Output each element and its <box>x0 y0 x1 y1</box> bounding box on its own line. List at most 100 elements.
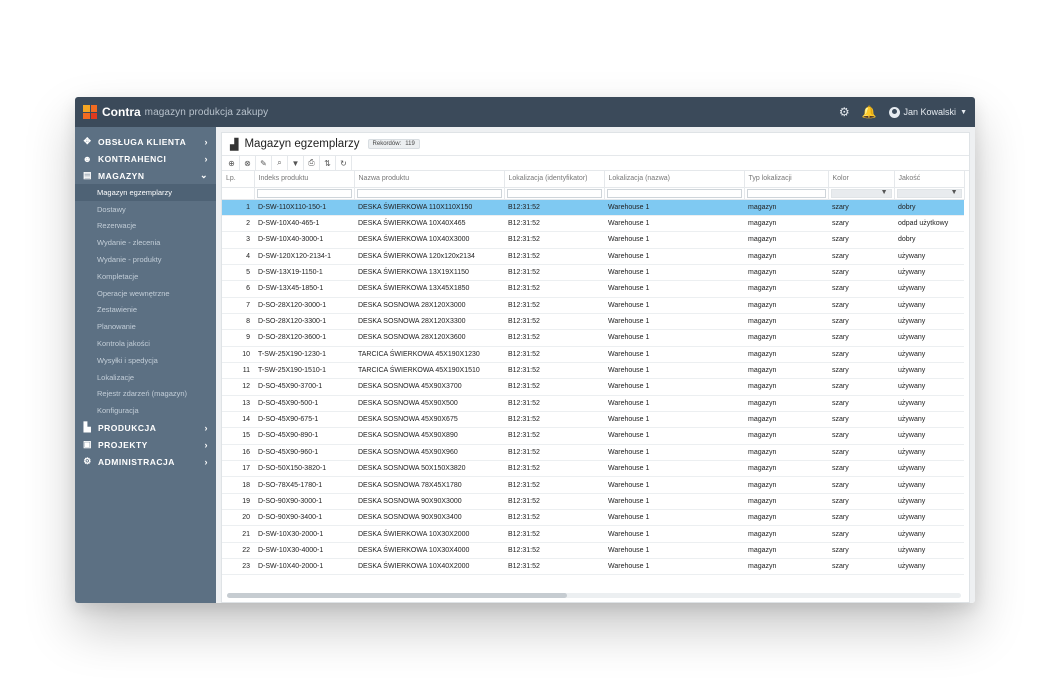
sidebar-section-5[interactable]: ⚙ ADMINISTRACJA › <box>75 453 216 470</box>
user-name: Jan Kowalski <box>903 107 957 117</box>
sidebar-item[interactable]: Magazyn egzemplarzy <box>75 184 216 201</box>
sidebar-section-label: OBSŁUGA KLIENTA <box>98 136 187 147</box>
table-row[interactable]: 19 D-SO-90X90-3000-1 DESKA SOSNOWA 90X90X3… <box>222 493 964 511</box>
add-icon[interactable]: ⊕ <box>224 156 240 170</box>
table-row[interactable]: 4 D-SW-120X120-2134-1 DESKA ŚWIERKOWA 120x… <box>222 248 964 265</box>
sort-icon[interactable]: ⇅ <box>320 156 336 170</box>
table-cell: używany <box>894 346 964 363</box>
table-row[interactable]: 6 D-SW-13X45-1850-1 DESKA ŚWIERKOWA 13X45X… <box>222 280 964 298</box>
table-cell: szary <box>828 395 894 412</box>
filter-funnel-icon: ▼ <box>950 188 958 196</box>
remove-icon[interactable]: ⊗ <box>240 156 256 170</box>
table-row[interactable]: 15 D-SO-45X90-890-1 DESKA SOSNOWA 45X90X89… <box>222 427 964 445</box>
table-row[interactable]: 20 D-SO-90X90-3400-1 DESKA SOSNOWA 90X90X3… <box>222 509 964 527</box>
chevron-right-icon: › <box>204 136 208 147</box>
table-cell: DESKA SOSNOWA 90X90X3400 <box>354 509 504 527</box>
notifications-bell-icon[interactable]: 🔔 <box>862 106 877 118</box>
settings-gear-icon[interactable]: ⚙ <box>839 106 850 118</box>
sidebar-item[interactable]: Lokalizacje <box>75 369 216 386</box>
column-header[interactable]: Jakość <box>894 171 965 188</box>
column-header[interactable]: Nazwa produktu <box>354 171 505 188</box>
records-count: 119 <box>405 141 415 147</box>
column-header[interactable]: Lp. <box>222 171 255 188</box>
table-row[interactable]: 7 D-SO-28X120-3000-1 DESKA SOSNOWA 28X120X… <box>222 297 964 314</box>
table-cell: DESKA SOSNOWA 45X90X960 <box>354 444 504 462</box>
table-row[interactable]: 16 D-SO-45X90-960-1 DESKA SOSNOWA 45X90X96… <box>222 444 964 462</box>
user-menu[interactable]: Jan Kowalski ▼ <box>888 106 967 118</box>
table-cell: 20 <box>222 509 254 527</box>
table-row[interactable]: 9 D-SO-28X120-3600-1 DESKA SOSNOWA 28X120X… <box>222 329 964 347</box>
column-header[interactable]: Typ lokalizacji <box>744 171 829 188</box>
table-cell: D-SW-10X30-4000-1 <box>254 542 354 560</box>
filter-select-quality[interactable]: ▼ <box>896 188 962 198</box>
filter-input-loc-type[interactable] <box>746 188 826 198</box>
sidebar-item[interactable]: Wysyłki i spedycja <box>75 352 216 369</box>
column-header[interactable]: Lokalizacja (nazwa) <box>604 171 745 188</box>
table-row[interactable]: 23 D-SW-10X40-2000-1 DESKA ŚWIERKOWA 10X40… <box>222 558 964 576</box>
sidebar-item[interactable]: Rejestr zdarzeń (magazyn) <box>75 386 216 403</box>
filter-input-name[interactable] <box>356 188 502 198</box>
table-row[interactable]: 8 D-SO-28X120-3300-1 DESKA SOSNOWA 28X120X… <box>222 313 964 331</box>
table-row[interactable]: 17 D-SO-50X150-3820-1 DESKA SOSNOWA 50X150… <box>222 460 964 478</box>
table-row[interactable]: 18 D-SO-78X45-1780-1 DESKA SOSNOWA 78X45X1… <box>222 476 964 494</box>
filter-cell-lp <box>222 187 255 200</box>
table-cell: DESKA ŚWIERKOWA 10X40X465 <box>354 215 504 233</box>
table-cell: D-SW-10X40-3000-1 <box>254 231 354 249</box>
filter-input-index[interactable] <box>256 188 352 198</box>
sidebar-item[interactable]: Konfiguracja <box>75 402 216 419</box>
table-cell: T-SW-25X190-1230-1 <box>254 346 354 363</box>
search-icon[interactable]: ⌕ <box>272 156 288 170</box>
filter-select-color[interactable]: ▼ <box>830 188 892 198</box>
table-cell: 8 <box>222 313 254 331</box>
filter-input-loc-name[interactable] <box>606 188 742 198</box>
table-row[interactable]: 22 D-SW-10X30-4000-1 DESKA ŚWIERKOWA 10X30… <box>222 542 964 560</box>
table-row[interactable]: 12 D-SO-45X90-3700-1 DESKA SOSNOWA 45X90X3… <box>222 378 964 396</box>
table-row[interactable]: 10 T-SW-25X190-1230-1 TARCICA ŚWIERKOWA 45… <box>222 346 964 363</box>
sidebar-item[interactable]: Rezerwacje <box>75 218 216 235</box>
sidebar-section-0[interactable]: ✥ OBSŁUGA KLIENTA › <box>75 133 216 150</box>
sidebar-section-4[interactable]: ▣ PROJEKTY › <box>75 436 216 453</box>
sidebar-section-2[interactable]: ▤ MAGAZYN ⌄ <box>75 167 216 184</box>
sidebar-item[interactable]: Operacje wewnętrzne <box>75 285 216 302</box>
logo[interactable]: Contra magazyn produkcja zakupy <box>83 105 268 119</box>
sidebar-section-1[interactable]: ☻ KONTRAHENCI › <box>75 150 216 167</box>
edit-pencil-icon[interactable]: ✎ <box>256 156 272 170</box>
table-row[interactable]: 3 D-SW-10X40-3000-1 DESKA ŚWIERKOWA 10X40X… <box>222 231 964 249</box>
table-cell: używany <box>894 460 964 478</box>
sidebar-item[interactable]: Kompletacje <box>75 268 216 285</box>
column-header[interactable]: Indeks produktu <box>254 171 355 188</box>
sidebar-item[interactable]: Planowanie <box>75 318 216 335</box>
table-cell: D-SW-10X30-2000-1 <box>254 525 354 543</box>
table-cell: używany <box>894 362 964 380</box>
print-icon[interactable]: ⎙ <box>304 156 320 170</box>
table-cell: Warehouse 1 <box>604 329 744 347</box>
table-cell: używany <box>894 411 964 429</box>
sidebar-item[interactable]: Dostawy <box>75 201 216 218</box>
sidebar-section-3[interactable]: ▙ PRODUKCJA › <box>75 419 216 436</box>
sidebar-item[interactable]: Kontrola jakości <box>75 335 216 352</box>
table-row[interactable]: 21 D-SW-10X30-2000-1 DESKA ŚWIERKOWA 10X30… <box>222 525 964 543</box>
table-row[interactable]: 13 D-SO-45X90-500-1 DESKA SOSNOWA 45X90X50… <box>222 395 964 412</box>
table-cell: używany <box>894 509 964 527</box>
table-row[interactable]: 2 D-SW-10X40-465-1 DESKA ŚWIERKOWA 10X40X4… <box>222 215 964 233</box>
table-row[interactable]: 1 D-SW-110X110-150-1 DESKA ŚWIERKOWA 110X1… <box>222 199 964 216</box>
column-header[interactable]: Lokalizacja (identyfikator) <box>504 171 605 188</box>
table-cell: magazyn <box>744 460 828 478</box>
refresh-icon[interactable]: ↻ <box>336 156 352 170</box>
sidebar: ✥ OBSŁUGA KLIENTA › ☻ KONTRAHENCI › ▤ MAGAZYN ⌄ M… <box>75 127 216 603</box>
sidebar-item[interactable]: Zestawienie <box>75 302 216 319</box>
filter-input-loc-id[interactable] <box>506 188 602 198</box>
scrollbar-thumb[interactable] <box>227 593 567 598</box>
table-row[interactable]: 11 T-SW-25X190-1510-1 TARCICA ŚWIERKOWA 45… <box>222 362 964 380</box>
table-cell: Warehouse 1 <box>604 476 744 494</box>
table-row[interactable]: 5 D-SW-13X19-1150-1 DESKA ŚWIERKOWA 13X19X… <box>222 264 964 282</box>
table-cell: B12:31:52 <box>504 248 604 265</box>
table-cell: 18 <box>222 476 254 494</box>
horizontal-scrollbar[interactable] <box>227 593 961 598</box>
sidebar-item[interactable]: Wydanie - produkty <box>75 251 216 268</box>
sidebar-item[interactable]: Wydanie - zlecenia <box>75 234 216 251</box>
column-header[interactable]: Kolor <box>828 171 895 188</box>
table-cell: Warehouse 1 <box>604 199 744 216</box>
filter-icon[interactable]: ▼ <box>288 156 304 170</box>
table-row[interactable]: 14 D-SO-45X90-675-1 DESKA SOSNOWA 45X90X67… <box>222 411 964 429</box>
